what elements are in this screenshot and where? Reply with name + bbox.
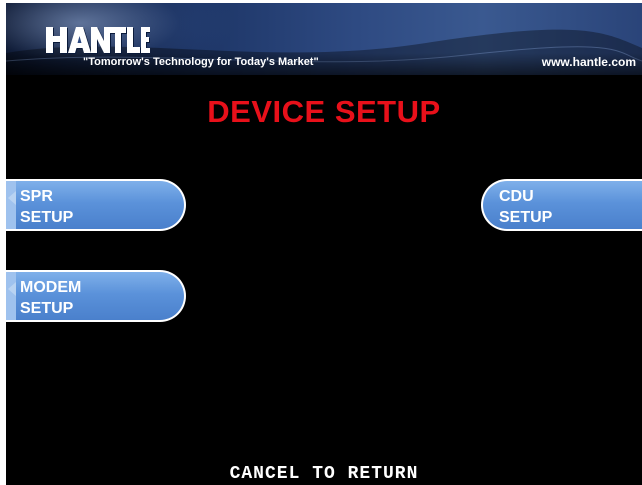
tagline: "Tomorrow's Technology for Today's Marke…: [83, 56, 319, 68]
spr-setup-button[interactable]: SPR SETUP: [6, 179, 186, 231]
cdu-setup-button[interactable]: CDU SETUP: [481, 179, 642, 231]
button-tab: [6, 181, 16, 229]
button-label-line1: SPR: [20, 188, 53, 205]
hantle-logo: [46, 23, 150, 57]
button-label-line2: SETUP: [20, 209, 74, 226]
button-label-line1: MODEM: [20, 279, 82, 296]
atm-screen: "Tomorrow's Technology for Today's Marke…: [6, 3, 642, 485]
cancel-instruction: CANCEL TO RETURN: [229, 464, 419, 484]
header-banner: "Tomorrow's Technology for Today's Marke…: [6, 3, 642, 75]
button-label-line2: SETUP: [20, 300, 74, 317]
button-label-line2: SETUP: [499, 209, 553, 226]
page-title: DEVICE SETUP: [207, 94, 441, 129]
modem-setup-button[interactable]: MODEM SETUP: [6, 270, 186, 322]
left-arrow-icon: [8, 282, 16, 296]
button-tab: [6, 272, 16, 320]
button-label-line1: CDU: [499, 188, 534, 205]
website-url: www.hantle.com: [541, 55, 636, 69]
left-arrow-icon: [8, 191, 16, 205]
